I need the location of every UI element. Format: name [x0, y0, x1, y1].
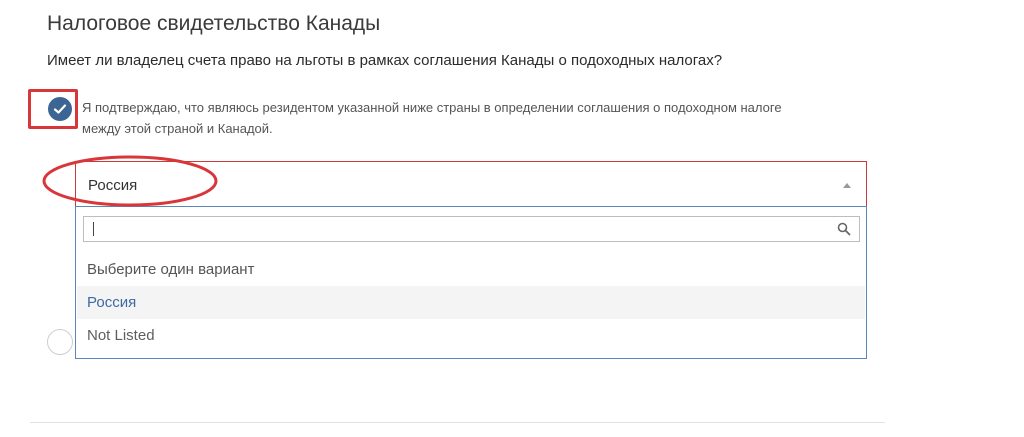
checkmark-icon: [53, 104, 67, 114]
chevron-up-icon[interactable]: [843, 183, 851, 188]
country-dropdown: Выберите один вариант Россия Not Listed: [75, 206, 867, 359]
text-caret: [93, 222, 94, 236]
dropdown-option-not-listed[interactable]: Not Listed: [77, 319, 865, 352]
dropdown-search-input[interactable]: [84, 217, 840, 241]
country-select-value: Россия: [88, 177, 138, 194]
dropdown-search-box[interactable]: [83, 216, 860, 242]
dropdown-option-russia[interactable]: Россия: [77, 286, 865, 319]
hidden-radio[interactable]: [47, 329, 73, 355]
dropdown-option[interactable]: Выберите один вариант: [77, 253, 865, 286]
treaty-question: Имеет ли владелец счета право на льготы …: [47, 52, 723, 69]
treaty-confirm-label[interactable]: Я подтверждаю, что являюсь резидентом ук…: [82, 97, 822, 139]
search-icon: [837, 222, 851, 236]
section-title: Налоговое свидетельство Канады: [47, 12, 381, 35]
country-select[interactable]: Россия: [75, 161, 867, 207]
treaty-confirm-checkbox[interactable]: [48, 97, 72, 121]
section-divider: [30, 422, 885, 423]
